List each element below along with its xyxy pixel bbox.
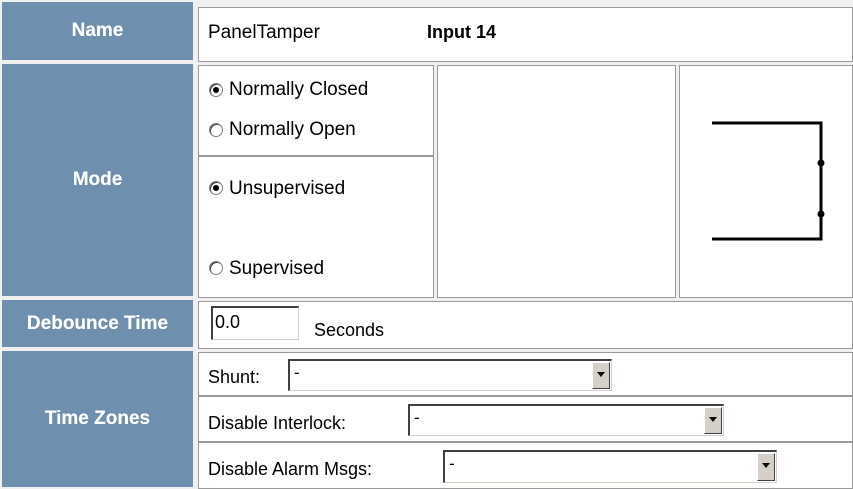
unsupervised-label: Unsupervised	[229, 178, 346, 199]
closed-circuit-icon	[712, 121, 825, 241]
supervision-mode-cell: Unsupervised Supervised	[198, 156, 434, 298]
normally-open-radio[interactable]	[209, 123, 223, 137]
debounce-value-cell: 0.0 Seconds	[198, 301, 853, 349]
debounce-label-cell: Debounce Time	[0, 298, 195, 349]
debounce-label: Debounce Time	[26, 312, 169, 334]
disable-interlock-label: Disable Interlock:	[208, 413, 347, 433]
shunt-selected-value: -	[294, 363, 300, 382]
supervised-radio[interactable]	[209, 261, 223, 275]
disable-interlock-selected-value: -	[414, 408, 420, 427]
disable-alarm-msgs-dropdown-arrow-icon[interactable]	[757, 453, 775, 481]
seconds-unit-label: Seconds	[314, 320, 385, 340]
normally-closed-label: Normally Closed	[229, 79, 369, 100]
name-label: Name	[71, 20, 124, 41]
disable-alarm-msgs-select[interactable]: -	[443, 450, 777, 483]
shunt-dropdown-arrow-icon[interactable]	[592, 362, 610, 389]
debounce-time-input[interactable]: 0.0	[211, 306, 299, 340]
disable-interlock-cell: Disable Interlock: -	[198, 396, 853, 442]
name-value-cell: PanelTamper Input 14	[198, 7, 853, 62]
disable-alarm-msgs-label: Disable Alarm Msgs:	[208, 459, 373, 479]
input-name-text: PanelTamper	[208, 22, 320, 43]
debounce-time-value: 0.0	[215, 312, 241, 332]
normally-closed-radio[interactable]	[209, 83, 223, 97]
time-zones-label-cell: Time Zones	[0, 349, 195, 489]
disable-interlock-select[interactable]: -	[408, 404, 724, 436]
shunt-label: Shunt:	[208, 367, 261, 387]
unsupervised-radio[interactable]	[209, 181, 223, 195]
shunt-cell: Shunt: -	[198, 352, 853, 396]
mode-label: Mode	[72, 169, 123, 190]
circuit-diagram-cell	[679, 65, 853, 298]
mode-blank-cell	[437, 65, 676, 298]
contact-mode-cell: Normally Closed Normally Open	[198, 65, 434, 156]
input-config-form: Name PanelTamper Input 14 Mode Normally …	[0, 0, 853, 489]
input-number-text: Input 14	[427, 22, 497, 42]
disable-alarm-msgs-cell: Disable Alarm Msgs: -	[198, 442, 853, 489]
name-label-cell: Name	[0, 0, 195, 62]
mode-label-cell: Mode	[0, 62, 195, 298]
shunt-select[interactable]: -	[288, 359, 612, 391]
supervised-label: Supervised	[229, 258, 325, 279]
time-zones-label: Time Zones	[44, 408, 151, 429]
disable-alarm-msgs-selected-value: -	[449, 454, 455, 473]
disable-interlock-dropdown-arrow-icon[interactable]	[704, 407, 722, 434]
normally-open-label: Normally Open	[229, 119, 356, 140]
